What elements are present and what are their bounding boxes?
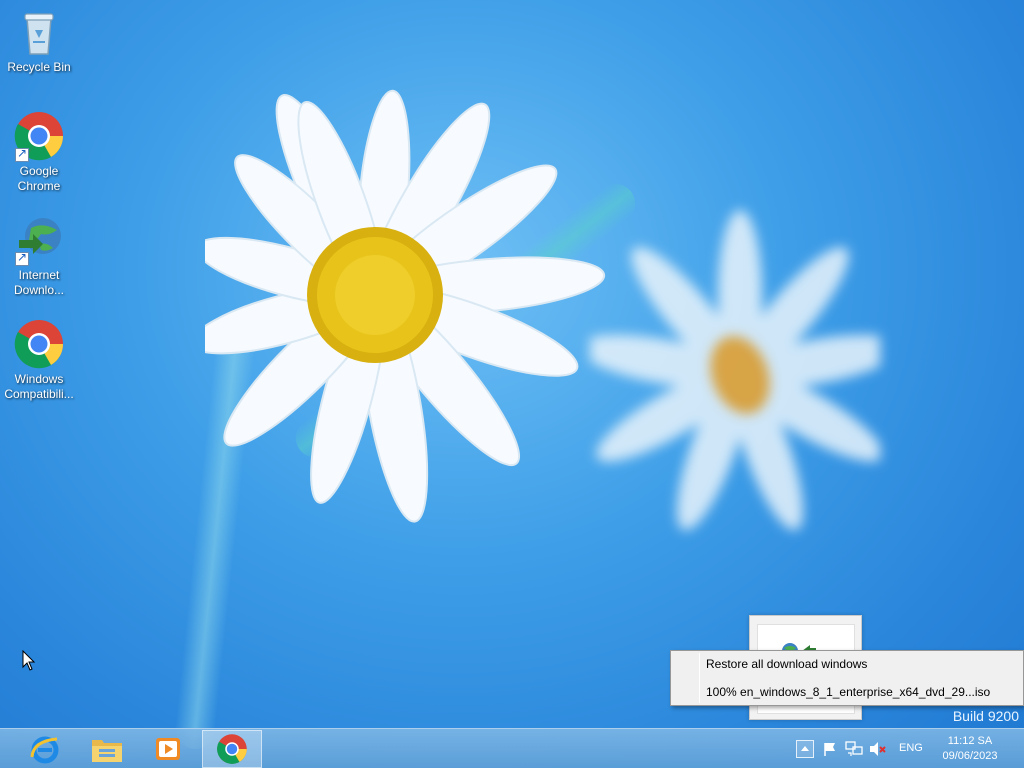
menu-item-restore-all-download-windows[interactable]: Restore all download windows — [671, 651, 1023, 677]
mouse-cursor-icon — [22, 650, 36, 671]
input-language-indicator[interactable]: ENG — [899, 742, 923, 754]
desktop-icon-google-chrome[interactable]: Google Chrome — [2, 110, 76, 194]
taskbar: ENG 11:12 SA 09/06/2023 — [0, 728, 1024, 768]
menu-item-download-file[interactable]: 100% en_windows_8_1_enterprise_x64_dvd_2… — [671, 679, 1023, 705]
taskbar-file-explorer[interactable] — [77, 730, 137, 768]
network-icon[interactable] — [845, 740, 863, 758]
desktop-icon-internet-download-manager[interactable]: Internet Downlo... — [2, 214, 76, 298]
recycle-bin-icon — [13, 6, 65, 58]
internet-download-manager-icon — [13, 214, 65, 266]
file-explorer-icon — [92, 740, 122, 762]
desktop-icon-label: Chrome — [17, 179, 61, 193]
build-watermark: Build 9200 — [952, 708, 1019, 724]
clock-time: 11:12 SA — [947, 735, 993, 747]
desktop-icon-label: Recycle Bin — [7, 60, 71, 74]
shortcut-arrow-icon — [15, 146, 29, 162]
media-player-icon — [156, 738, 180, 760]
volume-muted-icon[interactable] — [869, 740, 887, 758]
show-hidden-icons-icon[interactable] — [796, 740, 814, 758]
chrome-icon — [13, 318, 65, 370]
desktop-icon-label: Google — [19, 164, 59, 178]
chrome-icon — [217, 734, 247, 764]
taskbar-internet-explorer[interactable] — [15, 730, 75, 768]
shortcut-arrow-icon — [15, 250, 29, 266]
download-tray-context-menu: Restore all download windows 100% en_win… — [670, 650, 1024, 706]
background-flower-blurred — [590, 210, 880, 530]
desktop-icon-label: Internet — [18, 268, 60, 282]
taskbar-google-chrome[interactable] — [202, 730, 262, 768]
clock-date: 09/06/2023 — [942, 750, 998, 762]
action-center-flag-icon[interactable] — [821, 740, 839, 758]
desktop-icon-windows-compatibility[interactable]: Windows Compatibili... — [2, 318, 76, 402]
chrome-icon — [13, 110, 65, 162]
taskbar-media-player[interactable] — [138, 730, 198, 768]
internet-explorer-icon — [30, 736, 59, 764]
desktop-icon-label: Downlo... — [13, 283, 65, 297]
desktop-icon-label: Windows — [14, 372, 64, 386]
desktop-icon-recycle-bin[interactable]: Recycle Bin — [2, 6, 76, 75]
system-clock[interactable]: 11:12 SA 09/06/2023 — [934, 734, 1006, 764]
foreground-daisy — [205, 89, 606, 523]
desktop-icon-label: Compatibili... — [4, 387, 74, 401]
